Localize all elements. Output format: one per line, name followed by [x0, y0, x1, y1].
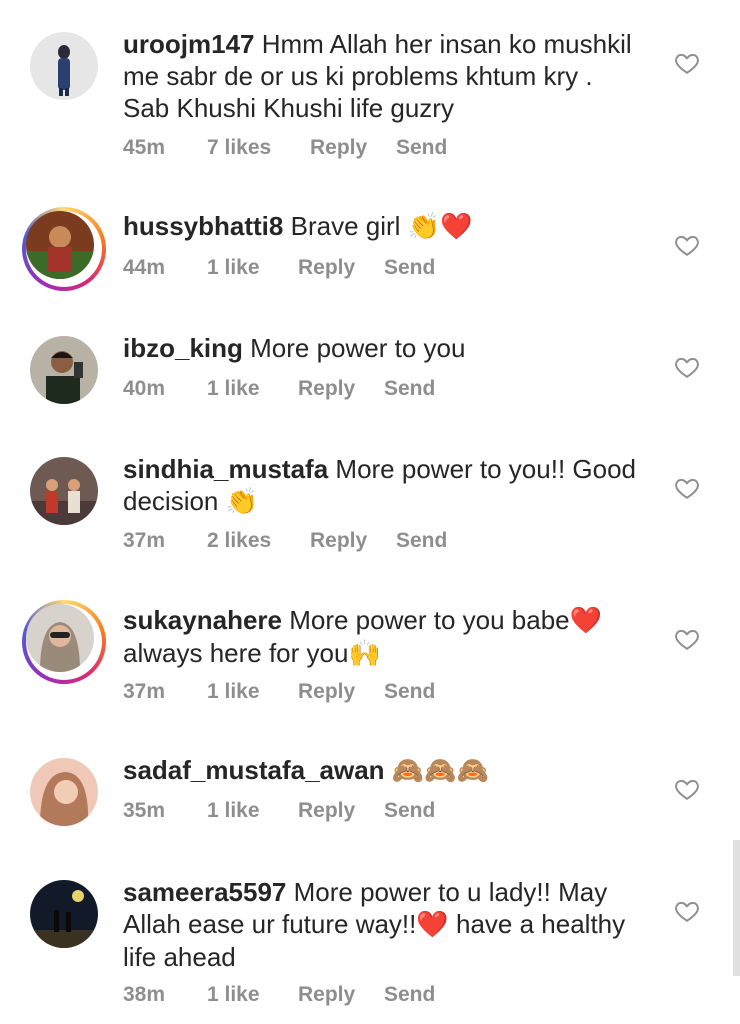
- like-count[interactable]: 2 likes: [207, 529, 310, 553]
- comment-meta: 37m 2 likes Reply Send: [123, 529, 447, 553]
- comment-time: 37m: [123, 680, 166, 703]
- comment-username[interactable]: hussybhatti8: [123, 211, 283, 241]
- like-heart-icon[interactable]: [674, 232, 700, 258]
- comment-time: 40m: [123, 377, 166, 400]
- comment-username[interactable]: uroojm147: [123, 29, 255, 59]
- comment-body: More power to you babe: [289, 605, 570, 635]
- comment-emoji: 👏: [225, 487, 259, 517]
- send-button[interactable]: Send: [396, 136, 447, 160]
- comment-time: 44m: [123, 256, 166, 279]
- avatar[interactable]: [30, 32, 98, 100]
- like-heart-icon[interactable]: [674, 626, 700, 652]
- comment-body-continued: always here for you: [123, 638, 349, 668]
- person-standing-avatar: [30, 32, 98, 100]
- comment-meta: 45m 7 likes Reply Send: [123, 136, 447, 160]
- like-heart-icon[interactable]: [674, 354, 700, 380]
- reply-button[interactable]: Reply: [298, 983, 384, 1007]
- like-heart-icon[interactable]: [674, 776, 700, 802]
- send-button[interactable]: Send: [384, 983, 435, 1007]
- comment-emoji-continued: 🙌: [348, 639, 381, 669]
- avatar[interactable]: [30, 880, 98, 948]
- comment-username[interactable]: sadaf_mustafa_awan: [123, 755, 385, 785]
- reply-button[interactable]: Reply: [298, 799, 384, 823]
- comment-username[interactable]: sukaynahere: [123, 605, 282, 635]
- reply-button[interactable]: Reply: [298, 377, 384, 401]
- comment-text: sukaynahere More power to you babe❤️ alw…: [123, 604, 643, 670]
- man-selfie-avatar: [30, 336, 98, 404]
- comment-username[interactable]: sindhia_mustafa: [123, 454, 328, 484]
- comment-meta: 37m 1 like Reply Send: [123, 680, 435, 704]
- woman-sunglasses-avatar: [26, 604, 94, 672]
- like-count[interactable]: 1 like: [207, 256, 298, 280]
- comment-emoji: ❤️: [569, 606, 602, 636]
- like-heart-icon[interactable]: [674, 898, 700, 924]
- couple-night-avatar: [30, 880, 98, 948]
- reply-button[interactable]: Reply: [298, 256, 384, 280]
- comment-time: 37m: [123, 529, 166, 552]
- like-heart-icon[interactable]: [674, 50, 700, 76]
- comment-emoji: 👏❤️: [407, 212, 473, 242]
- avatar[interactable]: [22, 207, 106, 291]
- comment-text: uroojm147 Hmm Allah her insan ko mushkil…: [123, 28, 643, 124]
- comment-text: ibzo_king More power to you: [123, 332, 643, 364]
- comment-username[interactable]: ibzo_king: [123, 333, 243, 363]
- send-button[interactable]: Send: [384, 256, 435, 280]
- woman-portrait-avatar: [30, 758, 98, 826]
- comment-username[interactable]: sameera5597: [123, 877, 286, 907]
- scrollbar[interactable]: [733, 840, 740, 976]
- comment-meta: 35m 1 like Reply Send: [123, 799, 435, 823]
- avatar[interactable]: [22, 600, 106, 684]
- comment-text: hussybhatti8 Brave girl 👏❤️: [123, 210, 643, 243]
- comment-body: More power to you: [250, 333, 466, 363]
- reply-button[interactable]: Reply: [310, 529, 396, 553]
- group-photo-avatar: [30, 457, 98, 525]
- comment-text: sadaf_mustafa_awan 🙈🙈🙈: [123, 754, 643, 787]
- comment-time: 35m: [123, 799, 166, 822]
- comment-meta: 38m 1 like Reply Send: [123, 983, 435, 1007]
- like-count[interactable]: 1 like: [207, 377, 298, 401]
- send-button[interactable]: Send: [396, 529, 447, 553]
- like-count[interactable]: 7 likes: [207, 136, 310, 160]
- comment-emoji: ❤️: [416, 910, 449, 940]
- comment-meta: 44m 1 like Reply Send: [123, 256, 435, 280]
- like-count[interactable]: 1 like: [207, 799, 298, 823]
- reply-button[interactable]: Reply: [298, 680, 384, 704]
- comment-body: Brave girl: [290, 211, 401, 241]
- like-heart-icon[interactable]: [674, 475, 700, 501]
- comment-emoji: 🙈🙈🙈: [391, 756, 489, 786]
- comment-meta: 40m 1 like Reply Send: [123, 377, 435, 401]
- reply-button[interactable]: Reply: [310, 136, 396, 160]
- avatar[interactable]: [30, 758, 98, 826]
- person-selfie-avatar: [26, 211, 94, 279]
- comment-text: sindhia_mustafa More power to you!! Good…: [123, 453, 643, 518]
- avatar[interactable]: [30, 336, 98, 404]
- comment-text: sameera5597 More power to u lady!! May A…: [123, 876, 643, 973]
- send-button[interactable]: Send: [384, 680, 435, 704]
- avatar[interactable]: [30, 457, 98, 525]
- like-count[interactable]: 1 like: [207, 983, 298, 1007]
- send-button[interactable]: Send: [384, 799, 435, 823]
- like-count[interactable]: 1 like: [207, 680, 298, 704]
- send-button[interactable]: Send: [384, 377, 435, 401]
- comment-time: 45m: [123, 136, 166, 159]
- comment-time: 38m: [123, 983, 166, 1006]
